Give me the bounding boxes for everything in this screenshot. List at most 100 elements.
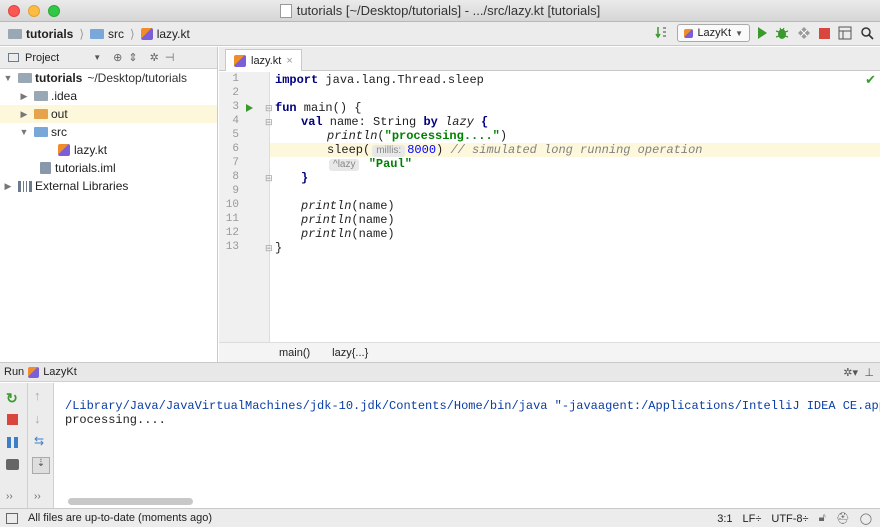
parameter-hint: millis: bbox=[372, 145, 406, 157]
code-editor[interactable]: 1 2 3 4 5 6 7 8 9 10 11 12 13 ⊟ ⊟ ⊟ ⊟ ✔ … bbox=[219, 72, 880, 342]
stop-icon[interactable] bbox=[7, 414, 18, 425]
line-number: 2 bbox=[232, 87, 239, 99]
tree-item-idea[interactable]: ▶ .idea bbox=[0, 87, 217, 105]
encoding-select[interactable]: UTF-8÷ bbox=[771, 513, 808, 525]
expand-icon[interactable]: ›› bbox=[6, 491, 20, 505]
code-line-6: sleep(millis: 8000) // simulated long run… bbox=[327, 143, 703, 157]
coverage-icon[interactable] bbox=[797, 26, 811, 40]
tree-item-label: External Libraries bbox=[35, 179, 129, 193]
return-hint: ^lazy bbox=[329, 159, 360, 171]
chevron-down-icon: ▼ bbox=[735, 28, 743, 38]
folder-icon bbox=[34, 91, 48, 101]
event-log-icon[interactable]: ◯ bbox=[860, 512, 872, 525]
tool-windows-icon[interactable] bbox=[6, 512, 18, 524]
code-line-11: println(name) bbox=[301, 213, 395, 227]
file-icon bbox=[279, 4, 292, 18]
kotlin-file-icon bbox=[58, 144, 70, 156]
minimize-window-button[interactable] bbox=[28, 5, 40, 17]
lock-icon[interactable]: 🔓︎ bbox=[819, 512, 826, 525]
project-structure-icon[interactable] bbox=[838, 26, 852, 40]
code-line-13: } bbox=[275, 241, 283, 255]
console-line: /Library/Java/JavaVirtualMachines/jdk-10… bbox=[65, 399, 880, 413]
scroll-to-end-icon[interactable]: ⇣ bbox=[32, 457, 50, 474]
run-console[interactable]: /Library/Java/JavaVirtualMachines/jdk-10… bbox=[55, 383, 880, 508]
line-number: 5 bbox=[232, 129, 239, 141]
hide-panel-icon[interactable]: ⊥ bbox=[864, 366, 874, 379]
horizontal-scrollbar[interactable] bbox=[68, 498, 193, 505]
run-configuration-select[interactable]: LazyKt ▼ bbox=[677, 24, 750, 42]
run-icon[interactable] bbox=[758, 27, 767, 39]
locate-icon[interactable]: ⊕ bbox=[113, 51, 122, 64]
debug-icon[interactable] bbox=[775, 26, 789, 40]
tree-item-label: .idea bbox=[51, 89, 78, 103]
chevron-right-icon[interactable]: ▶ bbox=[2, 181, 14, 192]
title-bar: tutorials [~/Desktop/tutorials] - .../sr… bbox=[0, 0, 880, 22]
line-separator-select[interactable]: LF÷ bbox=[743, 513, 762, 525]
chevron-right-icon[interactable]: ▶ bbox=[18, 91, 30, 102]
fold-icon[interactable]: ⊟ bbox=[265, 243, 273, 254]
arrow-up-icon[interactable]: ↑ bbox=[34, 388, 48, 403]
code-line-10: println(name) bbox=[301, 199, 395, 213]
line-number: 8 bbox=[232, 171, 239, 183]
fold-icon[interactable]: ⊟ bbox=[265, 173, 273, 184]
line-number: 7 bbox=[232, 157, 239, 169]
tree-item-root[interactable]: ▼ tutorials ~/Desktop/tutorials bbox=[0, 69, 217, 87]
arrow-down-icon[interactable]: ↓ bbox=[34, 411, 48, 426]
project-view-icon bbox=[8, 53, 19, 62]
tree-root-path: ~/Desktop/tutorials bbox=[87, 71, 188, 85]
tree-item-external-libraries[interactable]: ▶ External Libraries bbox=[0, 177, 217, 195]
chevron-down-icon[interactable]: ▼ bbox=[93, 53, 101, 62]
check-icon: ✔ bbox=[865, 72, 876, 87]
close-window-button[interactable] bbox=[8, 5, 20, 17]
gear-icon[interactable]: ✲▾ bbox=[843, 366, 858, 379]
collapse-all-icon[interactable]: ⇕ bbox=[128, 51, 137, 64]
breadcrumb-block[interactable]: lazy{...} bbox=[332, 347, 368, 359]
line-number: 9 bbox=[232, 185, 239, 197]
line-number: 10 bbox=[225, 199, 239, 211]
soft-wrap-icon[interactable]: ⇆ bbox=[34, 434, 48, 448]
chevron-down-icon[interactable]: ▼ bbox=[2, 73, 14, 83]
ide-window: tutorials [~/Desktop/tutorials] - .../sr… bbox=[0, 0, 880, 527]
project-view-select[interactable]: Project bbox=[25, 52, 59, 64]
tab-lazy-kt[interactable]: lazy.kt × bbox=[225, 49, 302, 71]
project-folder-icon bbox=[8, 28, 22, 39]
search-icon[interactable] bbox=[860, 26, 874, 40]
line-number: 11 bbox=[225, 213, 239, 225]
fold-icon[interactable]: ⊟ bbox=[265, 117, 273, 128]
tree-item-out[interactable]: ▶ out bbox=[0, 105, 217, 123]
breadcrumb-file[interactable]: lazy.kt bbox=[157, 27, 190, 41]
stop-icon[interactable] bbox=[819, 27, 830, 39]
camera-icon[interactable] bbox=[6, 459, 19, 470]
breadcrumb-project[interactable]: tutorials bbox=[26, 27, 73, 41]
zoom-window-button[interactable] bbox=[48, 5, 60, 17]
folder-icon bbox=[34, 127, 48, 137]
chevron-down-icon[interactable]: ▼ bbox=[18, 127, 30, 137]
code-line-12: println(name) bbox=[301, 227, 395, 241]
pause-icon[interactable] bbox=[7, 437, 18, 448]
tree-item-label: lazy.kt bbox=[74, 143, 108, 157]
tree-item-src[interactable]: ▼ src bbox=[0, 123, 217, 141]
chevron-right-icon: ⟩ bbox=[79, 26, 85, 41]
window-title: tutorials [~/Desktop/tutorials] - .../sr… bbox=[296, 3, 601, 18]
inspector-icon[interactable]: ⛑︎ bbox=[836, 512, 850, 525]
kotlin-file-icon bbox=[234, 54, 246, 67]
chevron-right-icon[interactable]: ▶ bbox=[18, 109, 30, 120]
folder-icon bbox=[34, 109, 48, 119]
window-controls bbox=[8, 5, 60, 17]
tree-item-iml[interactable]: tutorials.iml bbox=[0, 159, 217, 177]
expand-icon[interactable]: ›› bbox=[34, 491, 48, 505]
build-icon[interactable] bbox=[655, 26, 669, 40]
run-tab-label[interactable]: LazyKt bbox=[43, 366, 77, 378]
rerun-icon[interactable]: ↻ bbox=[6, 390, 20, 406]
run-gutter-icon[interactable] bbox=[246, 104, 253, 112]
breadcrumb-function[interactable]: main() bbox=[279, 347, 310, 359]
caret-position[interactable]: 3:1 bbox=[717, 513, 732, 525]
status-message: All files are up-to-date (moments ago) bbox=[28, 512, 213, 524]
gear-icon[interactable]: ✲ bbox=[150, 51, 159, 64]
close-tab-icon[interactable]: × bbox=[286, 55, 292, 67]
tree-item-lazy-kt[interactable]: lazy.kt bbox=[0, 141, 217, 159]
tree-root-label: tutorials bbox=[35, 71, 83, 85]
breadcrumb-folder[interactable]: src bbox=[108, 27, 124, 41]
fold-icon[interactable]: ⊟ bbox=[265, 103, 273, 114]
hide-panel-icon[interactable]: ⊣ bbox=[165, 51, 175, 64]
